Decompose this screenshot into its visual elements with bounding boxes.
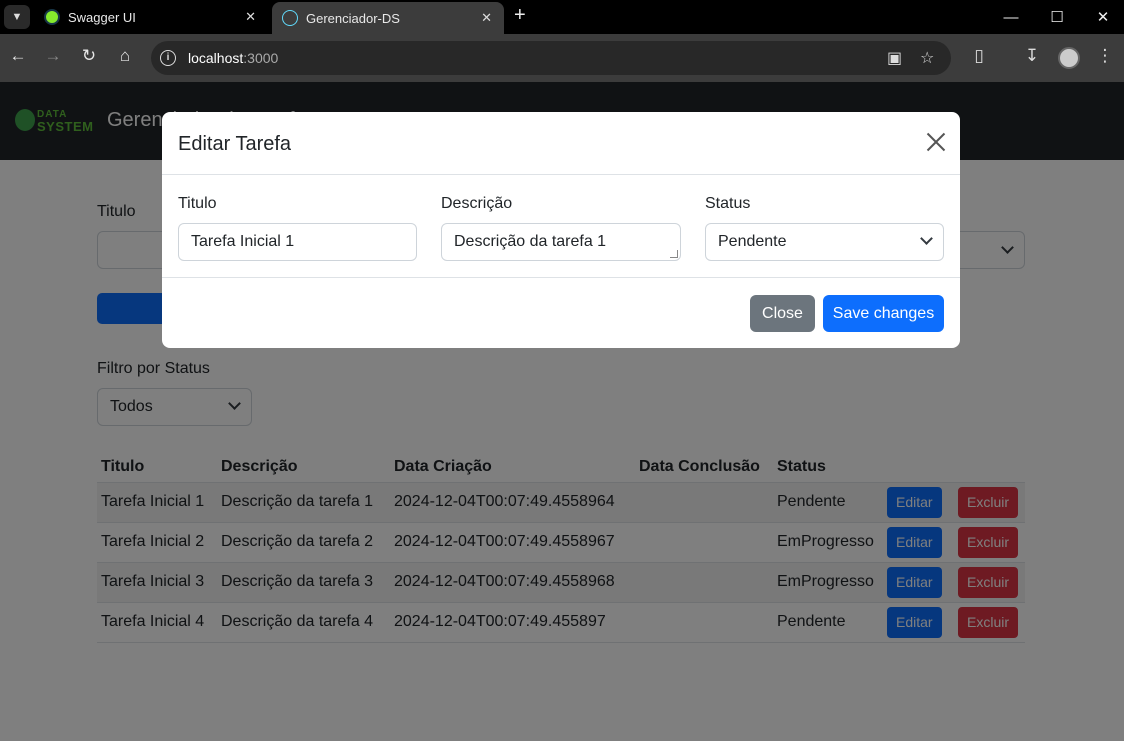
edit-task-modal: Editar Tarefa Titulo Tarefa Inicial 1 De…	[162, 112, 960, 348]
modal-header: Editar Tarefa	[162, 112, 960, 175]
new-tab-icon[interactable]: +	[514, 4, 526, 27]
modal-body: Titulo Tarefa Inicial 1 Descrição Descri…	[162, 175, 960, 277]
browser-toolbar: ← → ↻ ⌂ i localhost:3000 ▣ ☆ ▯ ↧ ⋮	[0, 34, 1124, 82]
install-app-icon[interactable]: ▣	[887, 48, 902, 68]
tab-title: Gerenciador-DS	[306, 10, 400, 26]
modal-titulo-input[interactable]: Tarefa Inicial 1	[178, 223, 417, 261]
save-changes-button[interactable]: Save changes	[823, 295, 944, 332]
swagger-favicon-icon	[44, 9, 60, 25]
modal-descricao-value: Descrição da tarefa 1	[454, 233, 607, 250]
profile-avatar[interactable]	[1058, 47, 1080, 69]
download-icon[interactable]: ↧	[1021, 46, 1043, 66]
tab-swagger[interactable]: Swagger UI ✕	[34, 0, 268, 34]
forward-arrow-icon[interactable]: →	[41, 46, 65, 66]
modal-footer: Close Save changes	[162, 277, 960, 348]
modal-status-label: Status	[705, 195, 751, 212]
modal-descricao-label: Descrição	[441, 195, 513, 212]
bookmark-star-icon[interactable]: ☆	[920, 48, 934, 68]
menu-kebab-icon[interactable]: ⋮	[1094, 46, 1116, 66]
window-close-icon[interactable]: ✕	[1080, 0, 1124, 34]
extensions-icon[interactable]: ▯	[968, 46, 990, 66]
back-arrow-icon[interactable]: ←	[6, 46, 30, 66]
modal-titulo-value: Tarefa Inicial 1	[191, 233, 295, 250]
modal-status-select[interactable]: Pendente	[705, 223, 944, 261]
home-icon[interactable]: ⌂	[113, 46, 137, 66]
resize-handle-icon[interactable]	[670, 250, 678, 258]
modal-descricao-textarea[interactable]: Descrição da tarefa 1	[441, 223, 681, 261]
site-info-icon[interactable]: i	[160, 50, 176, 66]
modal-title: Editar Tarefa	[178, 133, 292, 155]
close-tab-icon[interactable]: ✕	[245, 9, 256, 25]
chevron-down-icon	[920, 232, 933, 245]
maximize-icon[interactable]: ☐	[1034, 0, 1080, 34]
url-text: localhost:3000	[188, 50, 279, 66]
close-icon[interactable]	[926, 132, 946, 152]
react-favicon-icon	[282, 10, 298, 26]
modal-titulo-label: Titulo	[178, 195, 217, 212]
close-button[interactable]: Close	[750, 295, 815, 332]
tab-gerenciador[interactable]: Gerenciador-DS ✕	[272, 2, 504, 34]
browser-tab-strip: ▼ Swagger UI ✕ Gerenciador-DS ✕ + — ☐ ✕	[0, 0, 1124, 34]
reload-icon[interactable]: ↻	[77, 46, 101, 66]
tab-search-button[interactable]: ▼	[4, 5, 30, 29]
close-tab-icon[interactable]: ✕	[481, 10, 492, 26]
minimize-icon[interactable]: —	[988, 0, 1034, 34]
address-bar[interactable]: i localhost:3000 ▣ ☆	[151, 41, 951, 75]
tab-title: Swagger UI	[68, 9, 136, 25]
modal-status-value: Pendente	[718, 233, 787, 250]
